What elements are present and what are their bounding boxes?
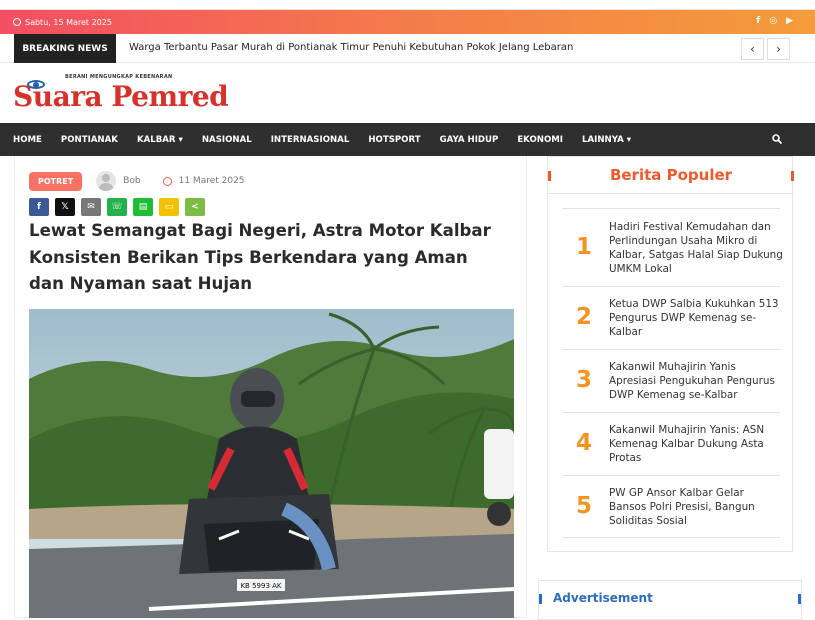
category-badge[interactable]: POTRET <box>29 171 83 191</box>
article-photo[interactable]: KB 5993 AK <box>29 309 514 618</box>
menu-item-kalbar[interactable]: KALBAR ▾ <box>137 135 183 145</box>
popular-item[interactable]: 4 Kakanwil Muhajirin Yanis: ASN Kemenag … <box>562 412 780 475</box>
facebook-icon[interactable]: f <box>756 16 760 26</box>
author-name[interactable]: Bob <box>123 176 140 186</box>
popular-rank: 2 <box>575 304 592 330</box>
top-strip <box>0 0 815 10</box>
menu-item-lainnya[interactable]: LAINNYA ▾ <box>582 135 631 145</box>
facebook-share-icon[interactable]: f <box>29 198 49 216</box>
share-icon[interactable]: < <box>185 198 205 216</box>
menu-item-hotsport[interactable]: HOTSPORT <box>368 135 420 145</box>
search-icon[interactable] <box>772 134 782 144</box>
popular-item[interactable]: 5 PW GP Ansor Kalbar Gelar Bansos Polri … <box>562 475 780 538</box>
calendar-icon <box>162 176 172 186</box>
popular-news-widget: Berita Populer 1 Hadiri Festival Kemudah… <box>547 156 794 552</box>
article-title: Lewat Semangat Bagi Negeri, Astra Motor … <box>29 221 491 293</box>
popular-rank: 1 <box>575 234 592 260</box>
date-bar: Sabtu, 15 Maret 2025 f ◎ ▶ <box>0 10 815 34</box>
x-share-icon[interactable]: 𝕏 <box>55 198 75 216</box>
eye-logo-icon <box>27 80 45 89</box>
line-share-icon[interactable]: ▤ <box>133 198 153 216</box>
license-plate: KB 5993 AK <box>240 582 281 590</box>
popular-item[interactable]: 3 Kakanwil Muhajirin Yanis Apresiasi Pen… <box>562 349 780 412</box>
social-links: f ◎ ▶ <box>756 16 793 26</box>
instagram-icon[interactable]: ◎ <box>769 16 777 26</box>
whatsapp-share-icon[interactable]: ☏ <box>107 198 127 216</box>
main-menu: HOME PONTIANAK KALBAR ▾ NASIONAL INTERNA… <box>0 123 815 156</box>
popular-headline[interactable]: Kakanwil Muhajirin Yanis: ASN Kemenag Ka… <box>609 423 783 465</box>
menu-item-pontianak[interactable]: PONTIANAK <box>61 135 118 145</box>
popular-headline[interactable]: PW GP Ansor Kalbar Gelar Bansos Polri Pr… <box>609 486 783 528</box>
menu-item-home[interactable]: HOME <box>13 135 42 145</box>
author-avatar <box>96 171 117 191</box>
popular-item[interactable]: 2 Ketua DWP Salbia Kukuhkan 513 Pengurus… <box>562 286 780 349</box>
popular-rank: 3 <box>575 367 592 393</box>
menu-item-nasional[interactable]: NASIONAL <box>202 135 252 145</box>
popular-headline[interactable]: Kakanwil Muhajirin Yanis Apresiasi Pengu… <box>609 360 783 402</box>
clock-icon <box>13 18 21 26</box>
popular-headline[interactable]: Hadiri Festival Kemudahan dan Perlindung… <box>609 220 783 276</box>
breaking-news-bar: BREAKING NEWS Warga Terbantu Pasar Murah… <box>0 34 815 63</box>
popular-news-title: Berita Populer <box>548 157 794 194</box>
youtube-icon[interactable]: ▶ <box>786 16 793 26</box>
breaking-news-headline[interactable]: Warga Terbantu Pasar Murah di Pontianak … <box>129 42 573 53</box>
motorcycle-rider-photo: KB 5993 AK <box>29 309 514 618</box>
advertisement-widget: Advertisement <box>538 580 802 620</box>
article-date: 11 Maret 2025 <box>178 176 245 186</box>
sms-share-icon[interactable]: ▭ <box>159 198 179 216</box>
share-buttons: f 𝕏 ✉ ☏ ▤ ▭ < <box>29 198 205 216</box>
email-share-icon[interactable]: ✉ <box>81 198 101 216</box>
article-meta: POTRET Bob 11 Maret 2025 <box>29 171 245 191</box>
breaking-news-label: BREAKING NEWS <box>14 34 116 63</box>
advertisement-label: Advertisement <box>553 591 653 605</box>
menu-item-ekonomi[interactable]: EKONOMI <box>517 135 563 145</box>
article: POTRET Bob 11 Maret 2025 f 𝕏 ✉ ☏ ▤ ▭ < L… <box>14 156 527 618</box>
popular-rank: 5 <box>575 493 592 519</box>
popular-headline[interactable]: Ketua DWP Salbia Kukuhkan 513 Pengurus D… <box>609 297 783 339</box>
prev-news-button[interactable]: ‹ <box>741 38 764 60</box>
site-name: Suara Pemred <box>13 80 229 113</box>
current-date: Sabtu, 15 Maret 2025 <box>25 17 112 27</box>
next-news-button[interactable]: › <box>767 38 790 60</box>
popular-rank: 4 <box>575 430 592 456</box>
menu-item-internasional[interactable]: INTERNASIONAL <box>271 135 350 145</box>
menu-item-gaya-hidup[interactable]: GAYA HIDUP <box>440 135 499 145</box>
popular-item[interactable]: 1 Hadiri Festival Kemudahan dan Perlindu… <box>562 208 783 286</box>
